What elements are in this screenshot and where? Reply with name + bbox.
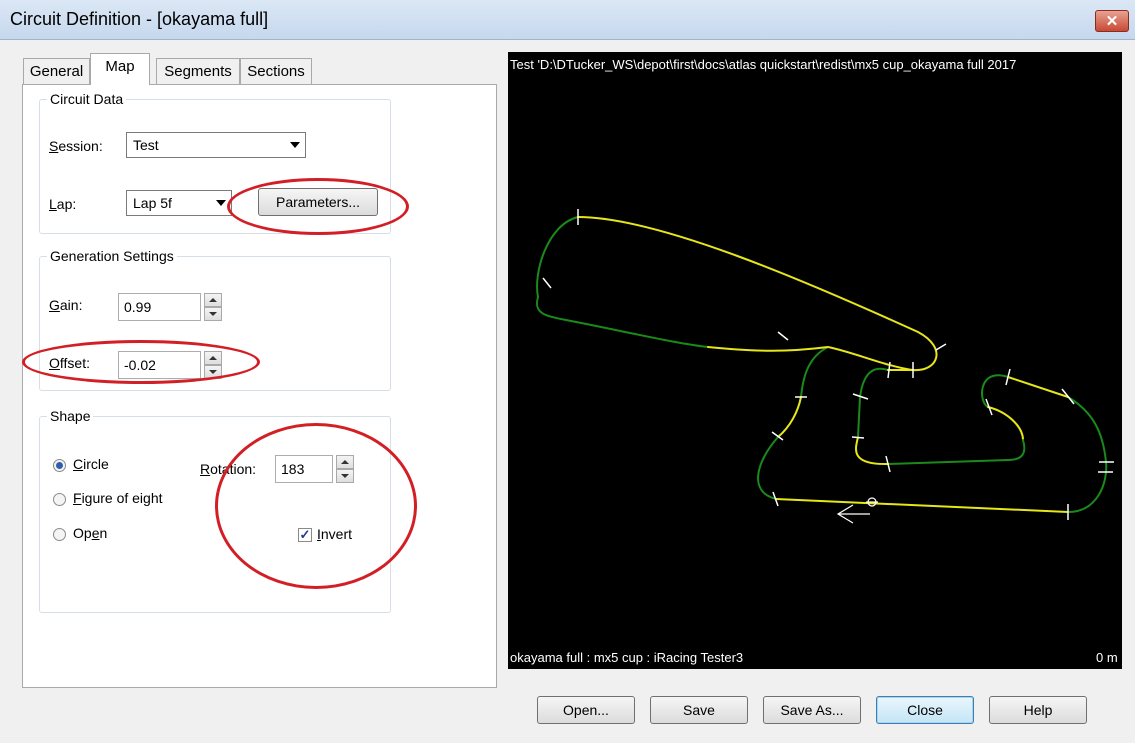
tab-sections[interactable]: Sections	[240, 58, 312, 84]
save-as-button-label: Save As...	[780, 702, 844, 718]
spin-up-icon[interactable]	[204, 351, 222, 365]
tab-general[interactable]: General	[23, 58, 90, 84]
invert-checkbox[interactable]: ✓	[298, 528, 312, 542]
open-label[interactable]: Open	[73, 525, 107, 541]
save-as-button[interactable]: Save As...	[763, 696, 861, 724]
track-segment	[577, 216, 938, 372]
window-title: Circuit Definition - [okayama full]	[10, 9, 269, 29]
map-footer-right: 0 m	[1096, 650, 1118, 665]
chevron-down-icon	[216, 200, 226, 206]
offset-field[interactable]: -0.02	[118, 351, 201, 379]
direction-arrow-icon	[836, 504, 870, 524]
shape-legend: Shape	[50, 408, 91, 424]
tab-map[interactable]: Map	[90, 53, 150, 85]
sector-marker	[542, 277, 552, 289]
rotation-value: 183	[281, 461, 305, 477]
open-radio[interactable]	[53, 528, 66, 541]
figure-of-eight-radio[interactable]	[53, 493, 66, 506]
track-segment	[777, 396, 802, 438]
window-close-button[interactable]: ✕	[1095, 10, 1129, 32]
track-segment	[707, 346, 829, 352]
close-icon: ✕	[1105, 13, 1119, 30]
track-segment	[987, 406, 1024, 441]
lap-label: Lap:	[49, 196, 77, 212]
save-button[interactable]: Save	[650, 696, 748, 724]
offset-spinner[interactable]	[204, 351, 222, 379]
track-segment	[1067, 396, 1108, 513]
spin-up-icon[interactable]	[204, 293, 222, 307]
spin-down-icon[interactable]	[204, 307, 222, 321]
track-segment	[775, 498, 1069, 513]
rotation-spinner[interactable]	[336, 455, 354, 483]
track-segment	[535, 296, 709, 348]
circuit-map-view[interactable]: Test 'D:\DTucker_WS\depot\first\docs\atl…	[508, 52, 1122, 669]
spin-down-icon[interactable]	[204, 365, 222, 379]
map-footer-left: okayama full : mx5 cup : iRacing Tester3	[510, 650, 744, 665]
chevron-down-icon	[290, 142, 300, 148]
rotation-label: Rotation:	[200, 461, 257, 477]
parameters-button-label: Parameters...	[275, 194, 361, 210]
lap-value: Lap 5f	[133, 195, 172, 211]
track-map-svg	[535, 209, 1114, 524]
track-segment	[855, 436, 889, 466]
tab-label: Map	[105, 58, 135, 75]
sector-marker	[935, 343, 947, 351]
circle-radio[interactable]	[53, 459, 66, 472]
parameters-button[interactable]: Parameters...	[258, 188, 378, 216]
spin-up-icon[interactable]	[336, 455, 354, 469]
track-segment	[800, 346, 829, 398]
circle-label[interactable]: Circle	[73, 456, 109, 472]
circuit-data-legend: Circuit Data	[50, 91, 124, 107]
track-segment	[757, 436, 779, 500]
gain-spinner[interactable]	[204, 293, 222, 321]
gain-value: 0.99	[124, 299, 152, 315]
invert-label[interactable]: Invert	[317, 526, 352, 542]
close-button[interactable]: Close	[876, 696, 974, 724]
help-button[interactable]: Help	[989, 696, 1087, 724]
lap-dropdown[interactable]: Lap 5f	[126, 190, 232, 216]
checkmark-icon: ✓	[299, 527, 311, 542]
open-button[interactable]: Open...	[537, 696, 635, 724]
dialog-client: General Map Segments Sections Circuit Da…	[7, 40, 1128, 737]
sector-marker	[777, 331, 789, 341]
help-button-label: Help	[1023, 702, 1053, 718]
track-segment	[887, 439, 1026, 465]
spin-down-icon[interactable]	[336, 469, 354, 483]
rotation-field[interactable]: 183	[275, 455, 333, 483]
tab-label: Sections	[247, 63, 305, 80]
gain-field[interactable]: 0.99	[118, 293, 201, 321]
gain-label: Gain:	[49, 297, 83, 313]
shape-group: Shape	[39, 408, 391, 613]
track-segment	[536, 216, 579, 298]
track-segment	[981, 374, 1009, 408]
open-button-label: Open...	[563, 702, 609, 718]
title-bar: Circuit Definition - [okayama full] ✕	[0, 0, 1135, 40]
offset-value: -0.02	[124, 357, 156, 373]
figure-of-eight-label[interactable]: Figure of eight	[73, 490, 163, 506]
offset-label: Offset:	[49, 355, 90, 371]
tab-label: General	[29, 63, 84, 80]
session-dropdown[interactable]: Test	[126, 132, 306, 158]
save-button-label: Save	[683, 702, 715, 718]
tab-segments[interactable]: Segments	[156, 58, 240, 84]
session-label: Session:	[49, 138, 103, 154]
map-tab-panel: Circuit Data Session: Test Lap: Lap 5f P…	[22, 84, 497, 688]
track-segment	[1007, 376, 1069, 398]
tab-label: Segments	[164, 63, 232, 80]
session-value: Test	[133, 137, 159, 153]
close-button-label: Close	[907, 702, 943, 718]
generation-settings-legend: Generation Settings	[50, 248, 174, 264]
track-segment	[857, 367, 889, 438]
sector-marker	[851, 436, 865, 439]
